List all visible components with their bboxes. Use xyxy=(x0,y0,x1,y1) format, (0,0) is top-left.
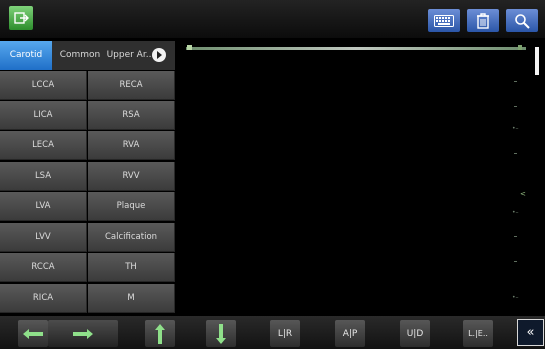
annotation-label-grid: LCCA RECA LICA RSA LECA RVA LSA RVV LVA … xyxy=(0,71,175,315)
move-left-button[interactable] xyxy=(18,320,48,347)
move-right-button[interactable] xyxy=(48,320,118,347)
depth-scale-line xyxy=(186,47,526,50)
bottom-toolbar: L|R A|P U|D L.|E.. xyxy=(0,316,545,349)
tab-carotid[interactable]: Carotid xyxy=(0,41,52,70)
trash-button[interactable] xyxy=(467,9,499,32)
app-frame: Carotid Common Upper Ar.. LCCA RECA LICA… xyxy=(0,0,545,349)
flip-ud-button[interactable]: U|D xyxy=(400,320,430,347)
label-button-lva[interactable]: LVA xyxy=(0,192,87,221)
label-button-leca[interactable]: LECA xyxy=(0,131,87,160)
depth-tick xyxy=(514,236,517,237)
label-button-rva[interactable]: RVA xyxy=(88,131,175,160)
label-button-lvv[interactable]: LVV xyxy=(0,223,87,252)
depth-tick xyxy=(514,261,517,262)
flip-ud-label: U|D xyxy=(406,328,424,339)
label-button-rcca[interactable]: RCCA xyxy=(0,253,87,282)
flip-lr-label: L|R xyxy=(277,328,293,339)
arrow-down-icon xyxy=(216,323,226,344)
flip-lr-button[interactable]: L|R xyxy=(270,320,300,347)
depth-tick xyxy=(514,81,517,82)
ultrasound-image-area[interactable]: •– < •– •– xyxy=(178,41,539,315)
flip-ap-label: A|P xyxy=(342,328,358,339)
flip-le-label: L.|E.. xyxy=(468,329,488,338)
chevron-right-icon xyxy=(156,51,162,59)
label-button-calcification[interactable]: Calcification xyxy=(88,223,175,252)
flip-ap-button[interactable]: A|P xyxy=(335,320,365,347)
depth-tick xyxy=(514,153,517,154)
tab-common[interactable]: Common xyxy=(54,41,106,70)
trash-icon xyxy=(477,12,489,29)
arrow-right-icon xyxy=(73,328,93,339)
probe-mark xyxy=(187,45,192,50)
depth-marker: •– xyxy=(512,209,519,216)
search-icon xyxy=(515,13,530,29)
next-tab-button[interactable] xyxy=(152,48,166,62)
keyboard-button[interactable] xyxy=(428,9,460,32)
arrow-up-icon xyxy=(155,323,165,344)
depth-tick xyxy=(514,106,517,107)
move-up-button[interactable] xyxy=(145,320,175,347)
scale-end-mark xyxy=(518,45,522,50)
depth-marker: •– xyxy=(512,294,519,301)
focus-marker: < xyxy=(520,190,526,198)
exit-button[interactable] xyxy=(9,6,33,30)
body-mark-tabs: Carotid Common Upper Ar.. xyxy=(0,41,175,70)
label-button-plaque[interactable]: Plaque xyxy=(88,192,175,221)
label-button-lsa[interactable]: LSA xyxy=(0,162,87,191)
tab-upper-arm[interactable]: Upper Ar.. xyxy=(106,41,152,70)
label-button-m[interactable]: M xyxy=(88,284,175,313)
arrow-left-icon xyxy=(23,328,43,339)
exit-icon xyxy=(14,12,29,24)
label-button-rsa[interactable]: RSA xyxy=(88,101,175,130)
label-button-rica[interactable]: RICA xyxy=(0,284,87,313)
search-button[interactable] xyxy=(506,9,538,32)
image-scrollbar[interactable] xyxy=(535,47,539,75)
depth-marker: •– xyxy=(512,125,519,132)
collapse-panel-button[interactable]: « xyxy=(517,319,544,346)
move-down-button[interactable] xyxy=(206,320,236,347)
label-button-lcca[interactable]: LCCA xyxy=(0,71,87,100)
top-toolbar xyxy=(0,0,545,38)
collapse-label: « xyxy=(526,325,535,340)
label-button-reca[interactable]: RECA xyxy=(88,71,175,100)
label-button-th[interactable]: TH xyxy=(88,253,175,282)
flip-le-button[interactable]: L.|E.. xyxy=(463,320,493,347)
label-button-lica[interactable]: LICA xyxy=(0,101,87,130)
keyboard-icon xyxy=(434,14,454,27)
label-button-rvv[interactable]: RVV xyxy=(88,162,175,191)
